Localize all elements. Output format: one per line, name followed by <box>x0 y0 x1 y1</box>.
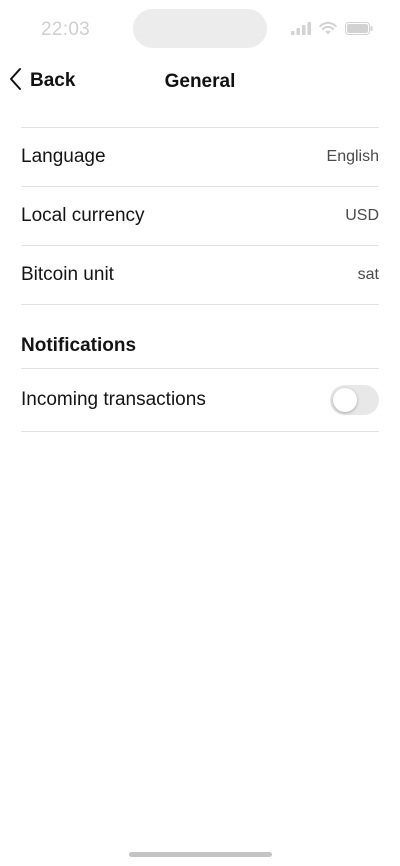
incoming-transactions-label: Incoming transactions <box>21 389 206 410</box>
status-icons <box>291 20 373 36</box>
local-currency-value: USD <box>345 207 379 224</box>
cellular-signal-icon <box>291 21 311 35</box>
home-indicator <box>129 852 272 857</box>
page-title: General <box>164 71 236 92</box>
battery-icon <box>345 21 373 35</box>
settings-list: Language English Local currency USD Bitc… <box>21 127 379 432</box>
wifi-icon <box>319 21 337 35</box>
local-currency-label: Local currency <box>21 205 145 226</box>
status-bar: 22:03 <box>0 0 400 56</box>
bitcoin-unit-value: sat <box>357 266 379 283</box>
language-value: English <box>326 148 379 165</box>
language-row[interactable]: Language English <box>21 128 379 187</box>
language-label: Language <box>21 146 106 167</box>
toggle-knob <box>333 388 357 412</box>
incoming-transactions-row: Incoming transactions <box>21 369 379 432</box>
notifications-section-title: Notifications <box>21 335 137 356</box>
dynamic-island <box>133 9 267 48</box>
notifications-section-header: Notifications <box>21 305 379 369</box>
status-time: 22:03 <box>41 19 91 40</box>
local-currency-row[interactable]: Local currency USD <box>21 187 379 246</box>
incoming-transactions-toggle[interactable] <box>330 385 379 415</box>
navigation-bar: Back General <box>0 56 400 108</box>
bitcoin-unit-row[interactable]: Bitcoin unit sat <box>21 246 379 305</box>
bitcoin-unit-label: Bitcoin unit <box>21 264 114 285</box>
